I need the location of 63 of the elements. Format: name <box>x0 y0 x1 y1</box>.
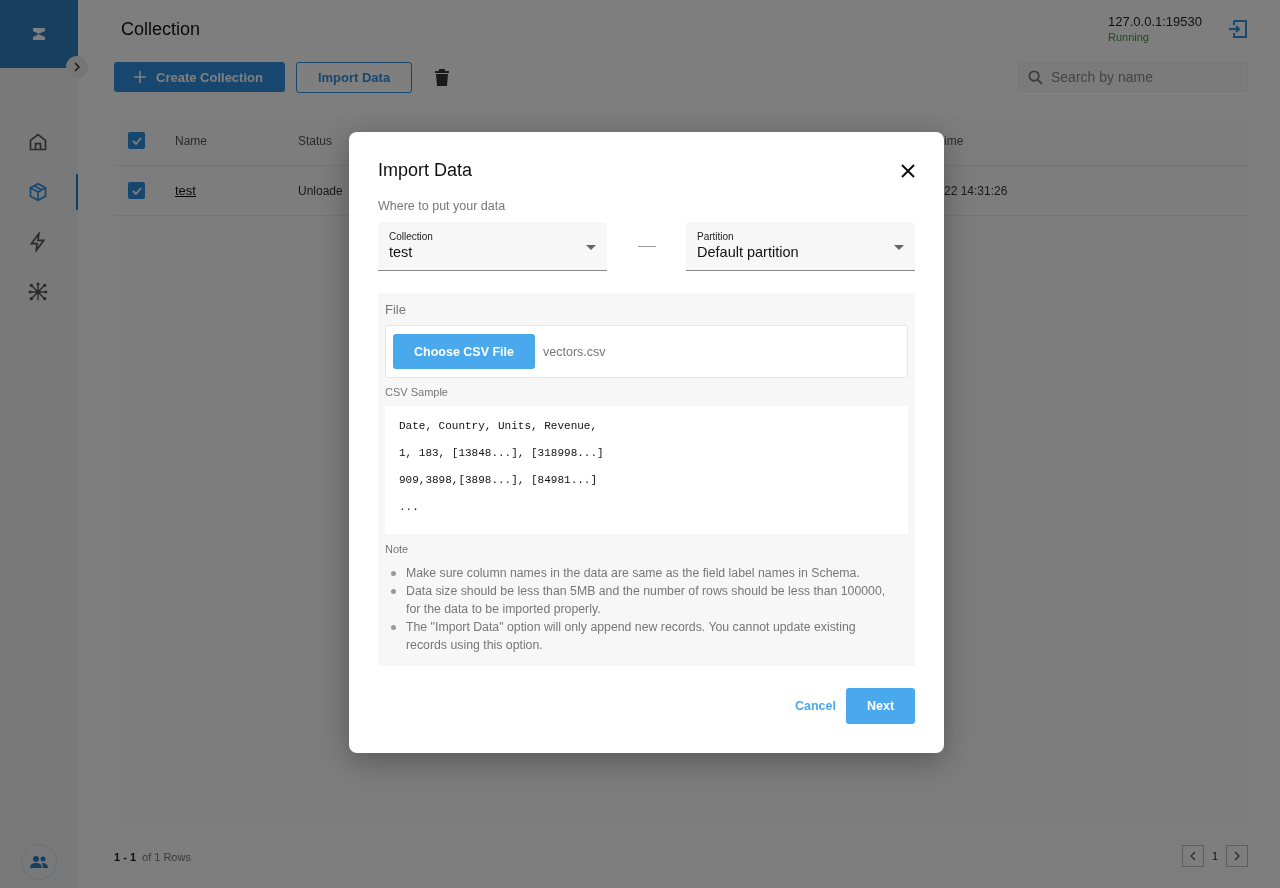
next-button[interactable]: Next <box>846 688 915 724</box>
dialog-subtitle: Where to put your data <box>378 199 507 213</box>
table-cell: 22 14:31:26 <box>944 183 1008 198</box>
page-number[interactable]: 1 <box>1207 850 1222 862</box>
home-icon <box>28 132 48 152</box>
bullet-icon <box>391 571 396 576</box>
trash-icon[interactable] <box>435 68 450 86</box>
next-page-button[interactable] <box>1226 845 1248 867</box>
note-label: Note <box>385 543 410 555</box>
create-collection-button[interactable]: Create Collection <box>114 62 285 92</box>
choose-file-button[interactable]: Choose CSV File <box>393 334 536 369</box>
select-field[interactable]: Collection test <box>378 222 607 271</box>
search-icon <box>1028 70 1043 85</box>
logo-icon <box>31 26 47 42</box>
bullet-icon <box>391 625 396 630</box>
logout-icon[interactable] <box>1228 18 1248 39</box>
select-value: Default partition <box>697 244 799 260</box>
code-line: 1, 183, [13848...], [318998...] <box>399 447 605 461</box>
select-value: test <box>389 244 414 260</box>
table-cell: Unloade <box>298 183 343 198</box>
cube-icon <box>28 182 48 202</box>
column-header: Name <box>175 133 207 148</box>
server-status: Running <box>1108 31 1150 43</box>
lightning-icon <box>28 232 48 252</box>
column-header: Status <box>298 133 333 148</box>
dropdown-caret-icon <box>894 245 904 250</box>
checkbox[interactable] <box>128 182 145 199</box>
select-label: Collection <box>389 231 433 242</box>
file-field[interactable]: Choose CSV File vectors.csv <box>385 325 908 378</box>
note-item: The "Import Data" option will only append new records. You cannot update existing records using this option. <box>406 619 857 654</box>
logo[interactable] <box>0 0 78 68</box>
page-title: Collection <box>121 19 201 40</box>
bullet-icon <box>391 589 396 594</box>
dropdown-caret-icon <box>586 245 596 250</box>
sample-label: CSV Sample <box>385 386 449 398</box>
users-button[interactable] <box>21 844 57 880</box>
note-item: Make sure column names in the data are same as the field label names in Schema. <box>406 565 861 582</box>
column-header: ime <box>944 133 964 148</box>
select-field[interactable]: Partition Default partition <box>686 222 915 271</box>
checkbox[interactable] <box>128 132 145 149</box>
cancel-button[interactable]: Cancel <box>795 699 836 713</box>
previous-page-button[interactable] <box>1181 845 1204 867</box>
row-total: of 1 Rows <box>142 851 191 863</box>
close-button[interactable] <box>901 163 915 178</box>
row-range: 1 - 1 <box>114 851 136 863</box>
collection-link[interactable]: test <box>175 183 298 198</box>
import-data-button[interactable]: Import Data <box>295 61 413 93</box>
chevron-right-icon <box>1233 851 1241 861</box>
dialog-title: Import Data <box>378 160 473 181</box>
note-item: Data size should be less than 5MB and the number of rows should be less than 100000, for the data to be imported properly. <box>406 583 887 618</box>
server-address: 127.0.0.1:19530 <box>1108 14 1202 29</box>
close-icon <box>901 163 915 178</box>
select-label: Partition <box>697 231 735 242</box>
file-name: vectors.csv <box>543 344 606 359</box>
users-icon <box>30 855 48 869</box>
code-line: Date, Country, Units, Revenue, <box>399 420 599 434</box>
network-icon <box>28 282 48 302</box>
file-label: File <box>385 302 407 317</box>
chevron-left-icon <box>1188 851 1197 861</box>
code-line: ... <box>399 501 420 515</box>
chevron-right-icon <box>72 62 82 72</box>
code-line: 909,3898,[3898...], [84981...] <box>399 474 599 488</box>
plus-icon <box>134 71 146 83</box>
